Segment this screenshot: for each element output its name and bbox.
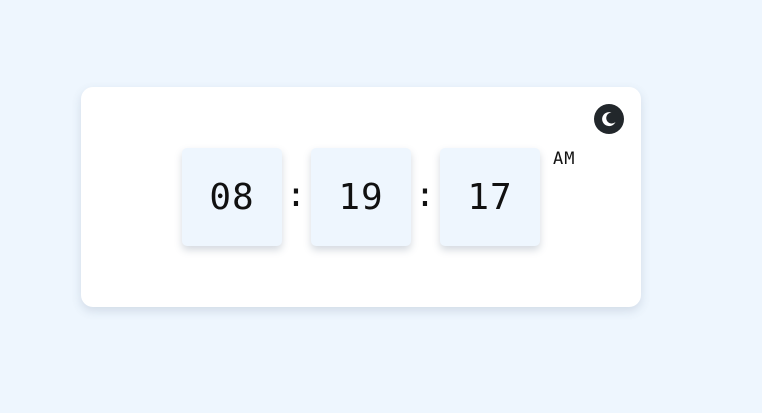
seconds-display: 17 xyxy=(440,148,540,246)
time-separator: : xyxy=(285,175,307,215)
am-pm-label: AM xyxy=(553,149,576,169)
clock-card: 08 : 19 : 17 AM xyxy=(81,87,641,307)
theme-toggle-button[interactable] xyxy=(594,104,624,134)
hours-display: 08 xyxy=(182,148,282,246)
minutes-display: 19 xyxy=(311,148,411,246)
moon-icon xyxy=(601,111,617,127)
time-separator: : xyxy=(414,175,436,215)
